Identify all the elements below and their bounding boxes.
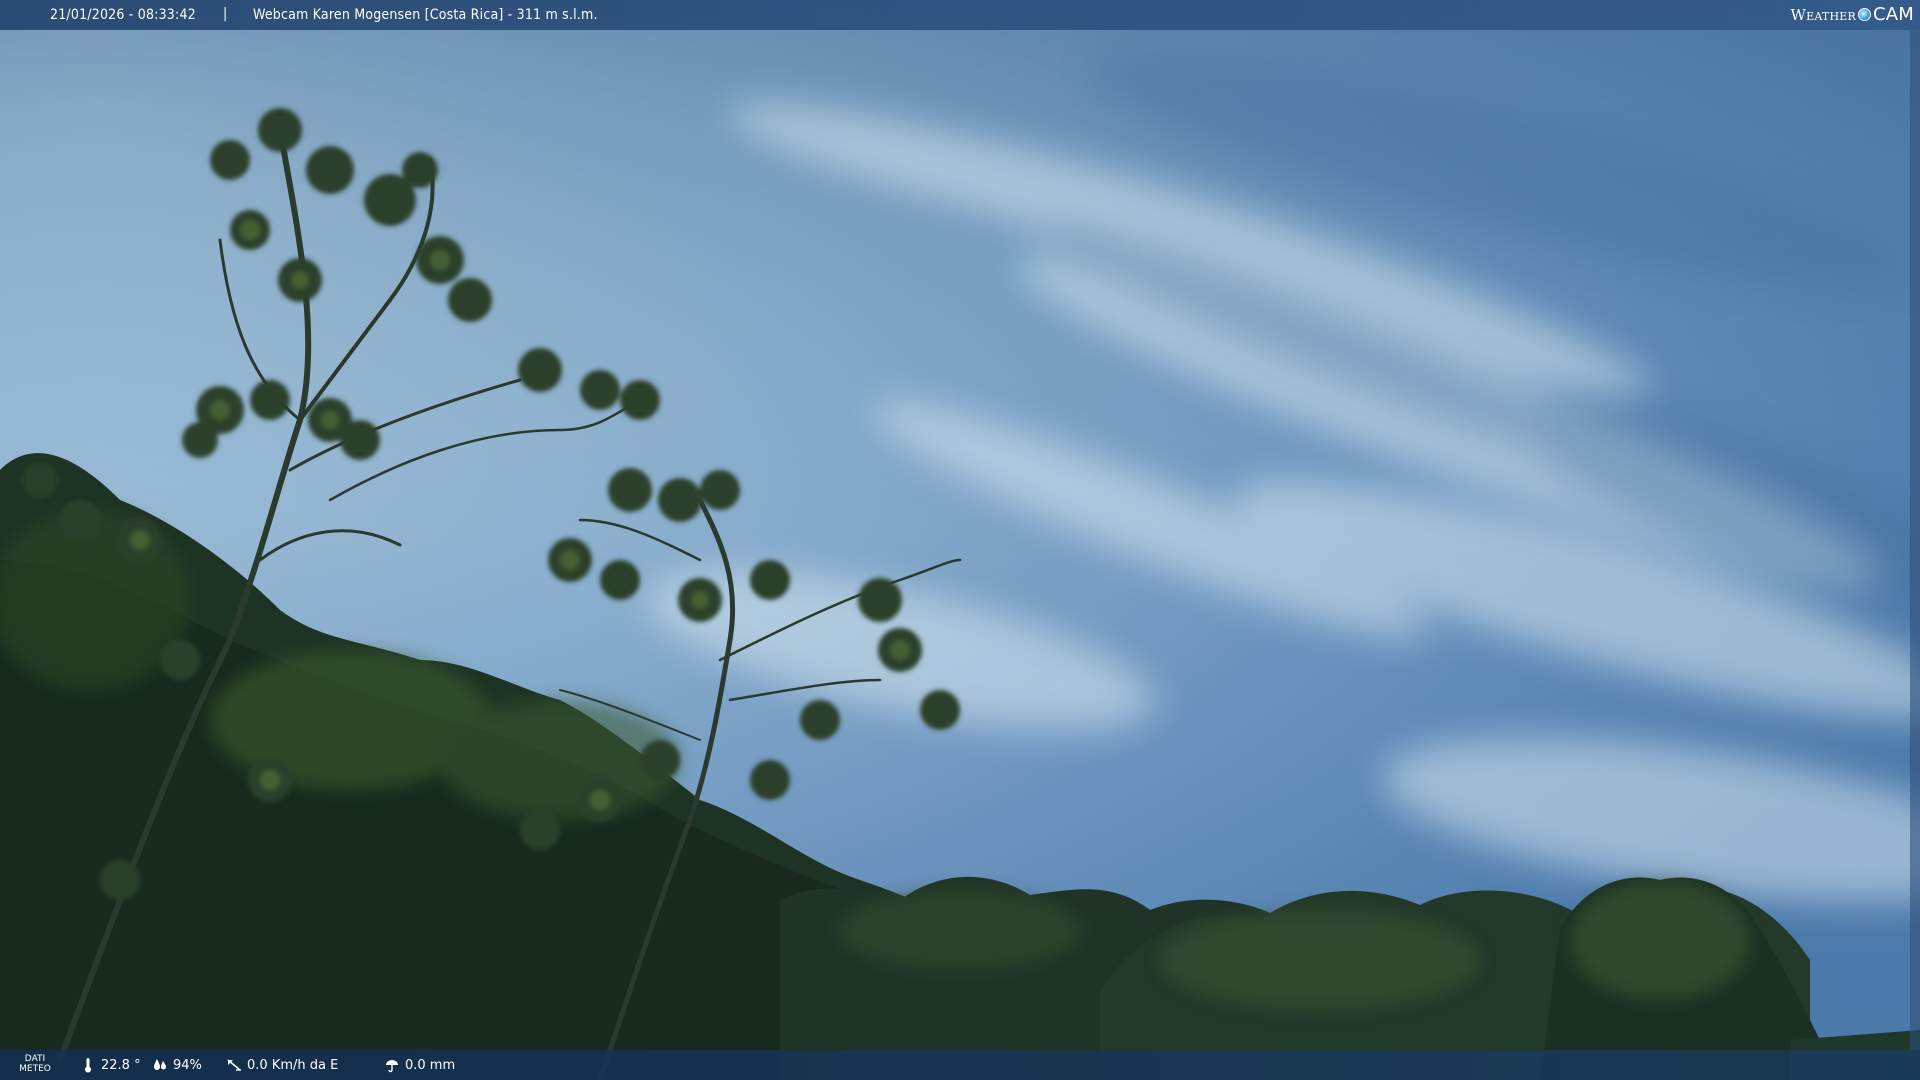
- humidity-reading: 94%: [152, 1057, 202, 1073]
- temperature-value: 22.8 °: [101, 1057, 141, 1073]
- logo-text-right: CAM: [1872, 4, 1914, 25]
- datetime-label: 21/01/2026 - 08:33:42: [50, 7, 196, 23]
- wind-value: 0.0 Km/h da E: [247, 1057, 339, 1073]
- weather-data-bar: DATI METEO 22.8 ° 94% 0.0 Km/h da E 0.0 …: [0, 1050, 1920, 1080]
- camera-lens-icon: [1857, 8, 1871, 21]
- webcam-image: [0, 0, 1920, 1080]
- logo-text-left: Weather: [1790, 5, 1856, 24]
- wind-reading: 0.0 Km/h da E: [226, 1057, 338, 1073]
- rain-icon: [386, 1060, 398, 1073]
- header-bar: 21/01/2026 - 08:33:42 | Webcam Karen Mog…: [0, 0, 1920, 30]
- dati-meteo-label: DATI METEO: [19, 1054, 51, 1074]
- rain-value: 0.0 mm: [405, 1057, 456, 1073]
- drops-icon: [154, 1059, 166, 1070]
- weathercam-logo: Weather CAM: [1791, 4, 1914, 25]
- rain-reading: 0.0 mm: [384, 1057, 455, 1073]
- webcam-title: Webcam Karen Mogensen [Costa Rica] - 311…: [253, 7, 598, 23]
- humidity-value: 94%: [173, 1057, 202, 1073]
- thermometer-icon: [85, 1058, 91, 1073]
- header-separator: |: [223, 6, 228, 22]
- webcam-frame: 21/01/2026 - 08:33:42 | Webcam Karen Mog…: [0, 0, 1920, 1080]
- wind-vane-icon: [227, 1059, 241, 1071]
- temperature-reading: 22.8 °: [80, 1057, 141, 1073]
